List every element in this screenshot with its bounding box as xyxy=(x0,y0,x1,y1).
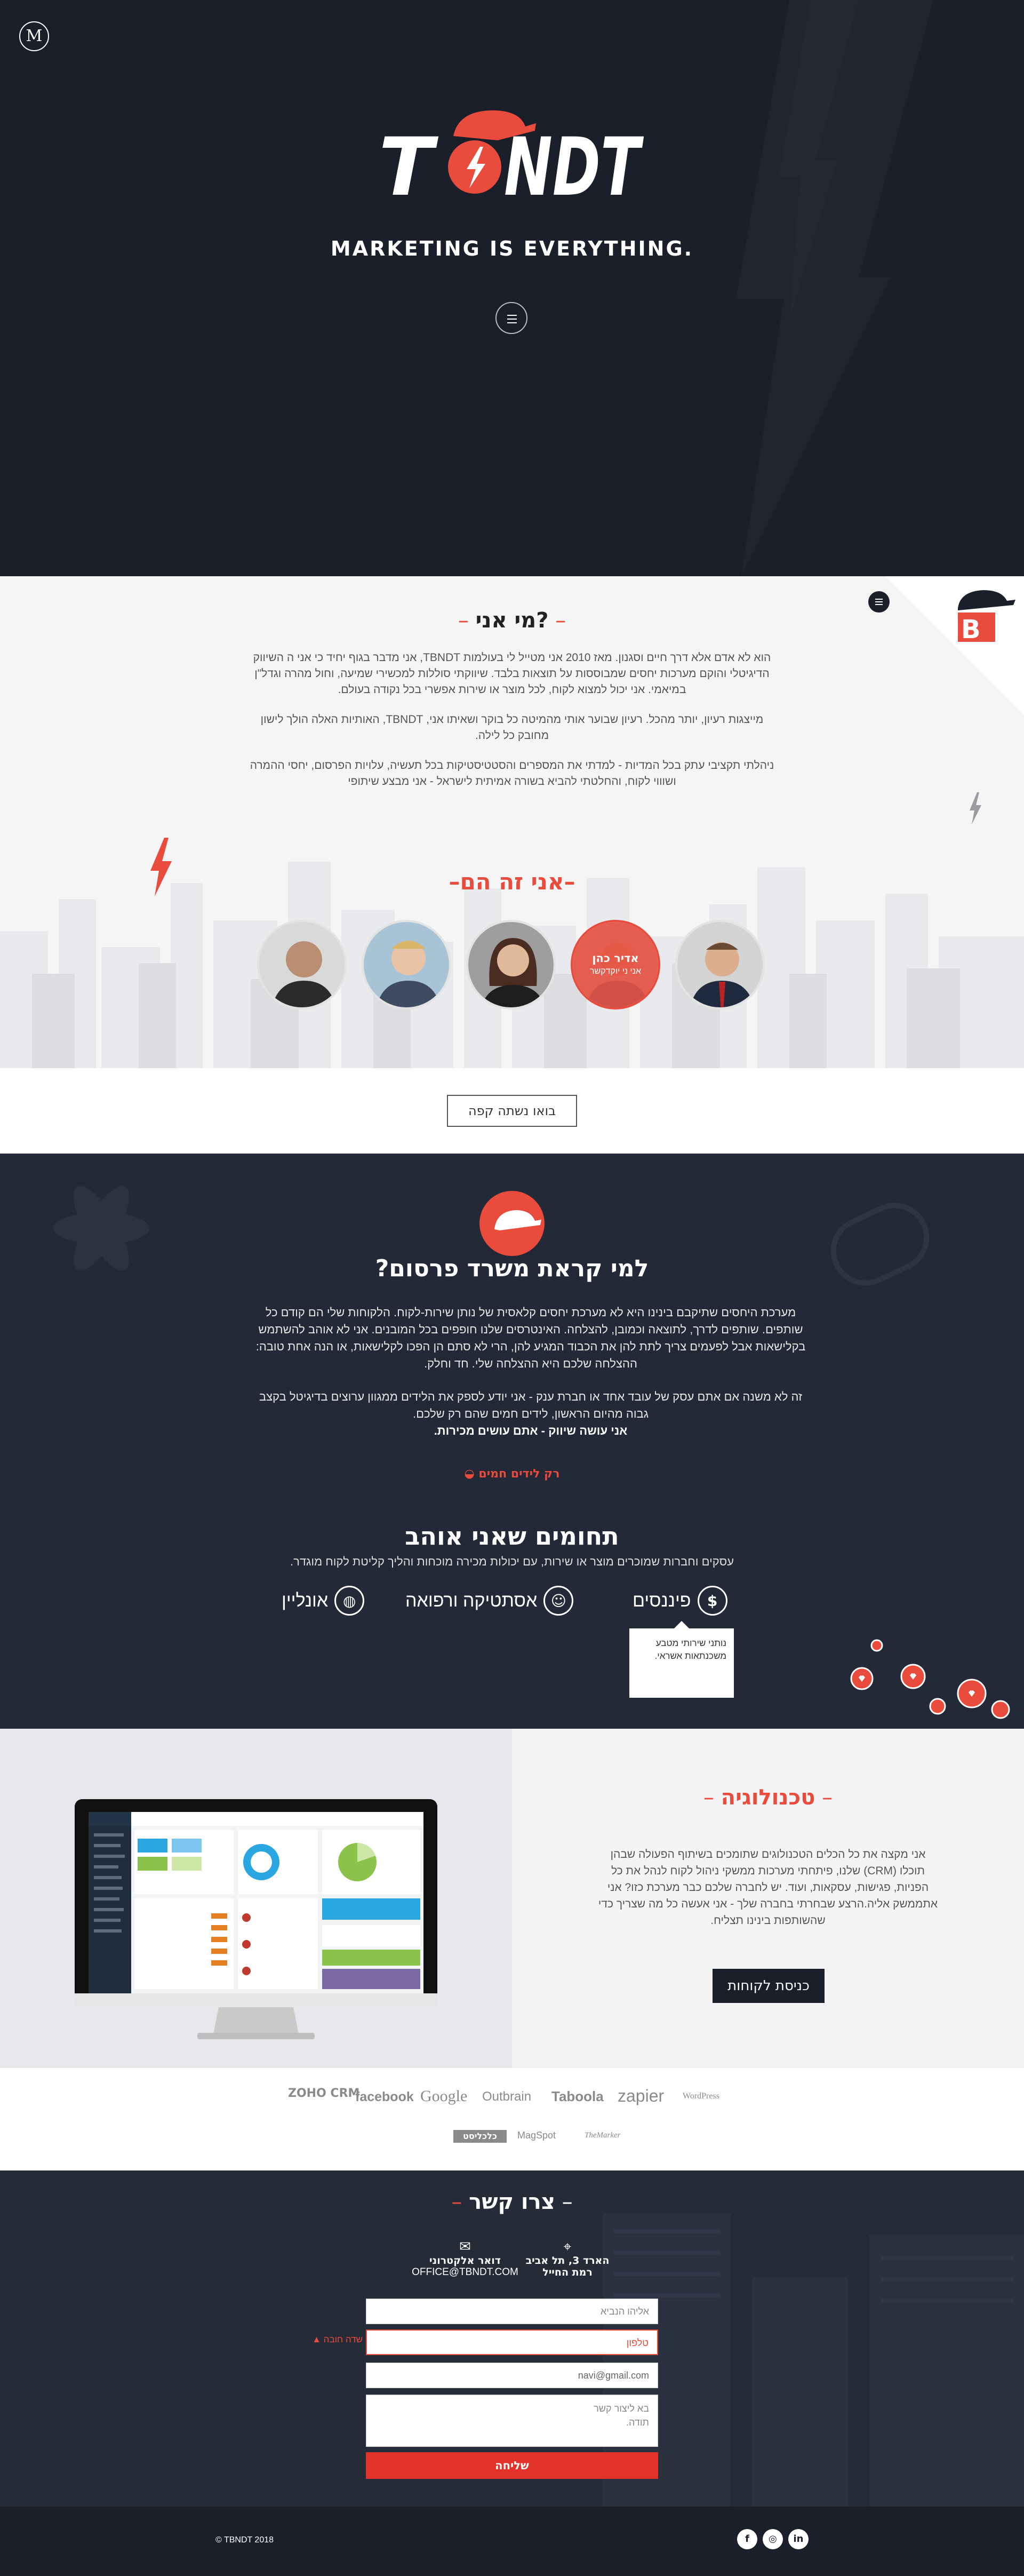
field-online[interactable]: ◍ אונליין xyxy=(282,1586,365,1616)
technology-section: – טכנולוגיה – אני מקצה את כל הכלים הטכנו… xyxy=(0,1729,1024,2068)
copyright: © TBNDT 2018 xyxy=(215,2535,274,2545)
team-member-avatar[interactable] xyxy=(257,920,347,1009)
team-member-avatar-active[interactable]: אדיר כהן אני ני יוקדקשר xyxy=(571,920,660,1009)
fields-subtitle: עסקים וחברות שמוכרים מוצר או שירות, עם י… xyxy=(290,1555,734,1568)
hero-tagline: MARKETING IS EVERYTHING. xyxy=(330,237,694,260)
field-finance[interactable]: $ פיננסים xyxy=(633,1586,727,1616)
cap-logo-icon xyxy=(479,1191,545,1256)
hearts-icon xyxy=(850,1639,1010,1719)
message-field[interactable]: בא ליצור קשר תודה. xyxy=(366,2395,658,2447)
linkedin-icon[interactable]: in xyxy=(788,2529,809,2549)
why-section: למי קראת משרד פרסום? מערכת היחסים שתיקבם… xyxy=(0,1154,1024,1729)
envelope-icon: ✉ xyxy=(459,2239,471,2255)
client-login-button[interactable]: כניסת לקוחות xyxy=(713,1969,825,2003)
hero-menu-button[interactable] xyxy=(495,302,527,334)
team-title: –אני זה הם– xyxy=(449,869,575,895)
why-paragraph-2: זה לא משנה אם אתם עסק של עובד אחד או חבר… xyxy=(259,1390,803,1437)
about-title: – מי אני? – xyxy=(458,608,566,633)
dollar-icon: $ xyxy=(697,1586,727,1616)
grey-lightning-icon xyxy=(970,792,981,824)
globe-icon: ◍ xyxy=(334,1586,365,1616)
svg-text:T: T xyxy=(379,121,439,205)
google-logo: Google xyxy=(420,2087,468,2105)
zapier-logo: zapier xyxy=(618,2086,665,2105)
tech-title: – טכנולוגיה – xyxy=(703,1785,833,1810)
dashboard-monitor-image xyxy=(75,1799,437,2039)
team-member-role: אני ני יוקדקשר xyxy=(590,967,641,976)
team-member-name: אדיר כהן xyxy=(592,952,639,965)
warning-icon: ▲ xyxy=(312,2334,321,2344)
why-text: מערכת היחסים שתיקבם בינינו היא לא מערכת … xyxy=(251,1304,811,1440)
why-paragraph: מערכת היחסים שתיקבם בינינו היא לא מערכת … xyxy=(255,1306,806,1370)
phone-field[interactable]: טלפון xyxy=(366,2329,658,2355)
contact-section: – צרו קשר – ⌖ הארד 3, תל אביב רמת החייל … xyxy=(0,2170,1024,2507)
email-label: דואר אלקטרוני xyxy=(429,2255,501,2267)
lightning-background-icon xyxy=(736,0,933,576)
team-gallery: אדיר כהן אני ני יוקדקשר xyxy=(257,920,769,1011)
team-member-avatar[interactable] xyxy=(466,920,556,1009)
contact-title: – צרו קשר – xyxy=(451,2190,573,2214)
svg-text:NDT: NDT xyxy=(504,121,644,205)
wordpress-logo: WordPress xyxy=(683,2092,719,2101)
zoho-logo: ZOHO CRM xyxy=(288,2087,360,2100)
taboola-logo: Taboola xyxy=(551,2088,604,2104)
name-field[interactable]: אליהו הנביא xyxy=(366,2299,658,2324)
instagram-icon[interactable]: ◎ xyxy=(763,2529,783,2549)
face-icon: ☺ xyxy=(543,1586,574,1616)
themarker-logo: TheMarker xyxy=(585,2131,621,2140)
tbndt-logo: T NDT xyxy=(379,110,644,205)
facebook-icon[interactable]: f xyxy=(737,2529,757,2549)
calcalist-logo: כלכליסט xyxy=(453,2130,507,2143)
team-member-avatar[interactable] xyxy=(675,920,765,1009)
field-label: אסתטיקה ורפואה xyxy=(405,1590,538,1611)
magspot-logo: MagSpot xyxy=(517,2130,556,2141)
tech-text: אני מקצה את כל הכלים הטכנולוגים שתומכים … xyxy=(598,1848,938,1927)
fields-title: תחומים שאני אוהב xyxy=(405,1522,619,1551)
field-tooltip: נותני שירותי מטבע משכנתאות אשראי. xyxy=(629,1621,734,1698)
coffee-band: בואו נשתה קפה xyxy=(0,1068,1024,1154)
required-field-error: שדה חובה ▲ xyxy=(312,2334,363,2344)
coffee-button[interactable]: בואו נשתה קפה xyxy=(447,1095,577,1127)
team-member-avatar[interactable] xyxy=(362,920,451,1009)
about-section: B – מי אני? – הוא לא אדם אלא דרך חיים וס… xyxy=(0,576,1024,1068)
message-line: תודה. xyxy=(626,2417,649,2428)
team-member-overlay: אדיר כהן אני ני יוקדקשר xyxy=(573,922,658,1007)
email-info: ✉ דואר אלקטרוני OFFICE@TBNDT.COM xyxy=(401,2239,529,2278)
field-label: פיננסים xyxy=(633,1590,691,1611)
email-field[interactable]: navi@gmail.com xyxy=(366,2363,658,2388)
about-paragraph: ניהלתי תקציבי עתק בכל המדיות - למדתי את … xyxy=(250,759,774,788)
footer: © TBNDT 2018 f ◎ in xyxy=(0,2507,1024,2576)
email-value[interactable]: OFFICE@TBNDT.COM xyxy=(401,2267,529,2278)
cap-small-icon: ◒ xyxy=(464,1467,475,1481)
about-paragraph: מייצגות רעיון, יותר מהכל. רעיון שבוער או… xyxy=(260,713,764,742)
message-line: בא ליצור קשר xyxy=(594,2403,649,2414)
facebook-logo: facebook xyxy=(355,2089,414,2104)
hot-leads-link[interactable]: רק לידים חמים ◒ xyxy=(0,1467,1024,1481)
field-aesthetics[interactable]: ☺ אסתטיקה ורפואה xyxy=(405,1586,574,1616)
field-label: אונליין xyxy=(282,1590,329,1611)
outbrain-logo: Outbrain xyxy=(482,2089,532,2104)
partners-logos: ZOHO CRM facebook Google Outbrain Tabool… xyxy=(0,2068,1024,2170)
about-text: הוא לא אדם אלא דרך חיים וסגנון. מאז 2010… xyxy=(245,650,779,804)
why-bold-line: אני עושה שיווק - אתם עושים מכירות. xyxy=(434,1424,628,1437)
send-button[interactable]: שליחה xyxy=(366,2452,658,2479)
hero-section: M T NDT MARKETING IS EVERYTHING. xyxy=(0,0,1024,576)
m-logo[interactable]: M xyxy=(19,21,49,51)
about-paragraph: הוא לא אדם אלא דרך חיים וסגנון. מאז 2010… xyxy=(253,651,771,696)
why-title: למי קראת משרד פרסום? xyxy=(375,1255,649,1282)
